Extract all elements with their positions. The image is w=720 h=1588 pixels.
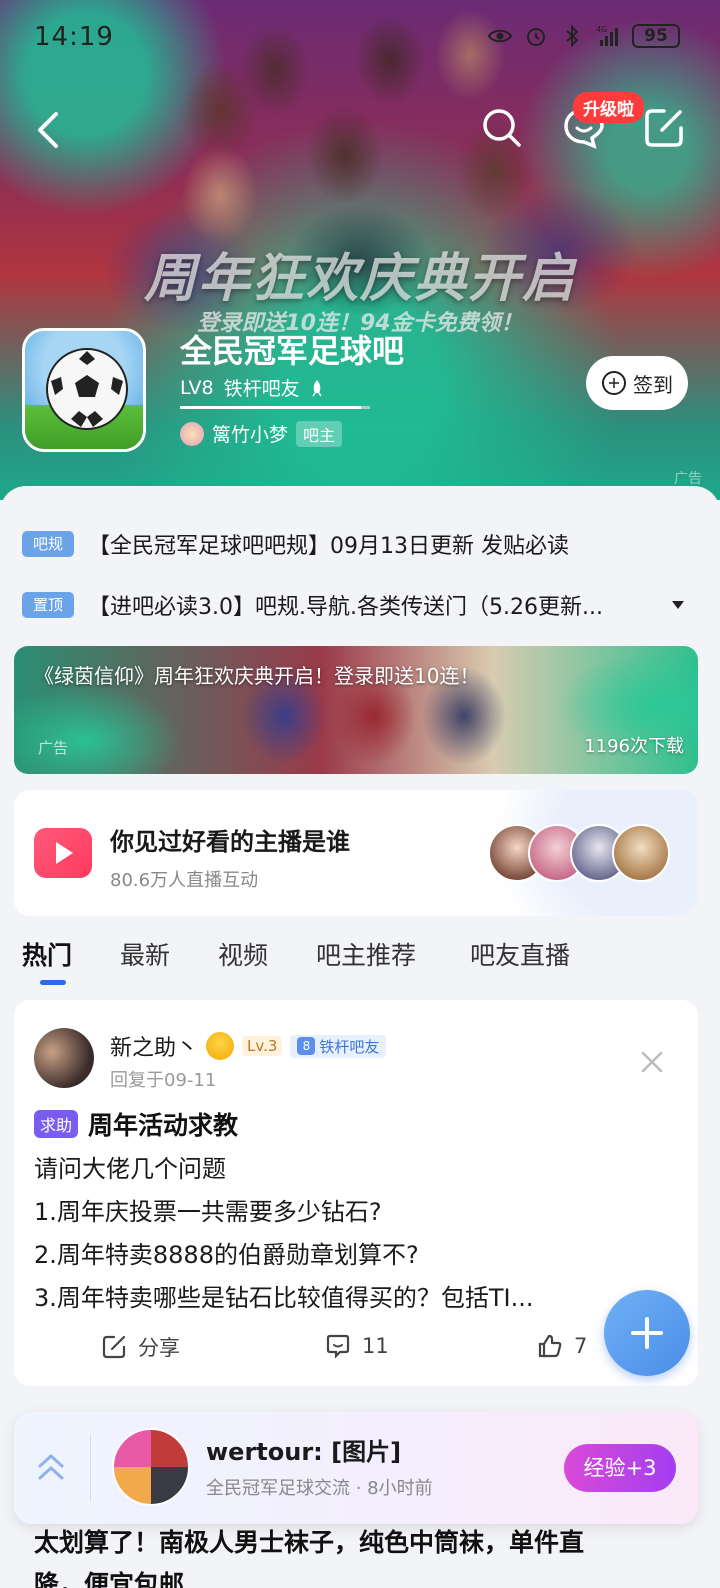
reply-notification-bar[interactable]: wertour: [图片] 全民冠军足球交流 · 8小时前 经验+3 <box>14 1412 698 1524</box>
banner-title: 周年狂欢庆典开启 <box>143 249 576 309</box>
post-body: 请问大佬几个问题 1.周年庆投票一共需要多少钻石? 2.周年特卖8888的伯爵勋… <box>34 1148 674 1320</box>
close-icon[interactable] <box>638 1048 666 1076</box>
notice-badge: 吧规 <box>22 531 74 557</box>
like-count: 7 <box>574 1334 588 1358</box>
notification-subtitle: 全民冠军足球交流 · 8小时前 <box>206 1478 433 1499</box>
live-title: 你见过好看的主播是谁 <box>110 828 350 856</box>
edit-post-icon[interactable] <box>642 106 686 150</box>
signin-stamp-icon <box>602 371 626 395</box>
status-time: 14:19 <box>34 22 114 52</box>
ad-downloads: 1196次下载 <box>584 736 684 757</box>
ad-title: 《绿茵信仰》周年狂欢庆典开启！登录即送10连！ <box>34 664 480 688</box>
network-type: 4G <box>596 25 607 34</box>
fan-title: 铁杆吧友 <box>319 1037 380 1056</box>
grin-emoji-icon <box>206 1032 235 1060</box>
active-tab-indicator <box>40 980 66 985</box>
signin-button[interactable]: 签到 <box>586 356 688 410</box>
expand-caret-icon[interactable] <box>672 601 684 609</box>
streamer-avatar <box>612 824 670 882</box>
author-info: 新之助丶 Lv.3 8 铁杆吧友 <box>110 1030 387 1062</box>
tab-latest[interactable]: 最新 <box>120 936 170 972</box>
owner-name: 篱竹小梦 <box>212 424 289 446</box>
header-ad-mark: 广告 <box>674 471 702 487</box>
post-line: 1.周年庆投票一共需要多少钻石? <box>34 1198 382 1226</box>
owner-tag: 吧主 <box>296 420 343 447</box>
add-post-button[interactable] <box>604 1290 690 1376</box>
tab-hot[interactable]: 热门 <box>22 936 72 972</box>
comment-icon <box>326 1334 350 1359</box>
live-subtitle: 80.6万人直播互动 <box>110 870 259 891</box>
notice-text: 【全民冠军足球吧吧规】09月13日更新 发贴必读 <box>88 534 569 559</box>
next-post-line: 太划算了！南极人男士袜子，纯色中筒袜，单件直 <box>34 1528 585 1557</box>
post-line: 请问大佬几个问题 <box>34 1155 226 1183</box>
forum-owner[interactable]: 篱竹小梦 吧主 <box>180 420 343 447</box>
forum-header-hero: 周年狂欢庆典开启 登录即送10连！94金卡免费领！ 14:19 4G 95 升级… <box>0 0 720 500</box>
comment-button[interactable]: 11 <box>324 1332 389 1360</box>
author-avatar[interactable] <box>34 1028 94 1088</box>
status-bar: 14:19 4G 95 <box>0 20 720 56</box>
ad-label: 广告 <box>38 739 69 757</box>
streamer-avatars <box>488 824 670 884</box>
forum-info: 全民冠军足球吧 LV8 铁杆吧友 篱竹小梦 吧主 签到 <box>22 326 702 456</box>
notice-rules[interactable]: 吧规 【全民冠军足球吧吧规】09月13日更新 发贴必读 <box>22 524 698 564</box>
share-label: 分享 <box>138 1336 180 1360</box>
live-play-icon <box>34 828 92 878</box>
back-icon[interactable] <box>30 108 66 152</box>
post-time: 回复于09-11 <box>110 1070 217 1091</box>
signal-icon: 4G <box>596 25 618 46</box>
next-post-line: 降，便宜包邮 <box>34 1570 185 1588</box>
thumbs-up-icon <box>538 1334 562 1358</box>
soccer-ball-icon <box>46 348 128 430</box>
signin-label: 签到 <box>633 372 673 397</box>
level-progress-bar <box>180 406 370 409</box>
share-icon <box>102 1335 126 1359</box>
fan-level: 8 <box>297 1037 316 1055</box>
post-line: 2.周年特卖8888的伯爵勋章划算不? <box>34 1241 419 1269</box>
fan-badge: 8 铁杆吧友 <box>290 1034 387 1058</box>
author-level-badge: Lv.3 <box>242 1036 283 1056</box>
notice-text: 【进吧必读3.0】吧规.导航.各类传送门（5.26更新... <box>88 595 603 620</box>
live-stream-card[interactable]: 你见过好看的主播是谁 80.6万人直播互动 <box>14 790 698 916</box>
alarm-icon <box>527 28 545 46</box>
level-number: LV8 <box>180 376 214 399</box>
status-icons: 4G 95 <box>488 24 680 48</box>
upgrade-badge[interactable]: 升级啦 <box>573 92 644 123</box>
post-title: 周年活动求教 <box>88 1111 239 1140</box>
bluetooth-icon <box>566 24 579 48</box>
scroll-top-icon[interactable] <box>36 1450 66 1484</box>
tab-owner-picks[interactable]: 吧主推荐 <box>316 936 416 972</box>
comment-count: 11 <box>362 1334 389 1358</box>
forum-level: LV8 铁杆吧友 <box>180 374 324 401</box>
exp-button[interactable]: 经验+3 <box>564 1444 676 1492</box>
search-icon[interactable] <box>480 106 524 150</box>
ad-banner[interactable]: 《绿茵信仰》周年狂欢庆典开启！登录即送10连！ 广告 1196次下载 <box>14 646 698 774</box>
post-tag: 求助 <box>34 1110 79 1138</box>
notification-avatar <box>112 1428 190 1506</box>
post-tabs: 热门 最新 视频 吧主推荐 吧友直播 <box>0 928 720 988</box>
rocket-icon <box>311 379 322 396</box>
tab-fan-live[interactable]: 吧友直播 <box>470 936 570 972</box>
post-card[interactable]: 新之助丶 Lv.3 8 铁杆吧友 回复于09-11 求助 周年活动求教 请问大佬… <box>14 1000 698 1386</box>
divider <box>90 1434 91 1502</box>
post-title-row: 求助 周年活动求教 <box>34 1106 238 1142</box>
owner-avatar <box>180 421 204 446</box>
author-name[interactable]: 新之助丶 <box>110 1030 198 1062</box>
notice-pinned[interactable]: 置顶 【进吧必读3.0】吧规.导航.各类传送门（5.26更新... <box>22 585 698 625</box>
level-title: 铁杆吧友 <box>223 378 300 400</box>
tab-video[interactable]: 视频 <box>218 936 268 972</box>
forum-name: 全民冠军足球吧 <box>180 332 405 370</box>
post-line: 3.周年特卖哪些是钻石比较值得买的？包括TI... <box>34 1284 534 1312</box>
share-button[interactable]: 分享 <box>100 1332 180 1362</box>
battery-indicator: 95 <box>632 24 680 48</box>
next-post-title[interactable]: 太划算了！南极人男士袜子，纯色中筒袜，单件直 降，便宜包邮 <box>34 1522 694 1588</box>
post-actions: 分享 11 7 <box>14 1328 698 1368</box>
eye-icon <box>488 29 512 43</box>
notice-badge: 置顶 <box>22 592 74 618</box>
forum-logo <box>22 328 146 452</box>
level-progress-fill <box>180 406 361 409</box>
notification-title: wertour: [图片] <box>206 1438 402 1466</box>
like-button[interactable]: 7 <box>536 1332 587 1360</box>
